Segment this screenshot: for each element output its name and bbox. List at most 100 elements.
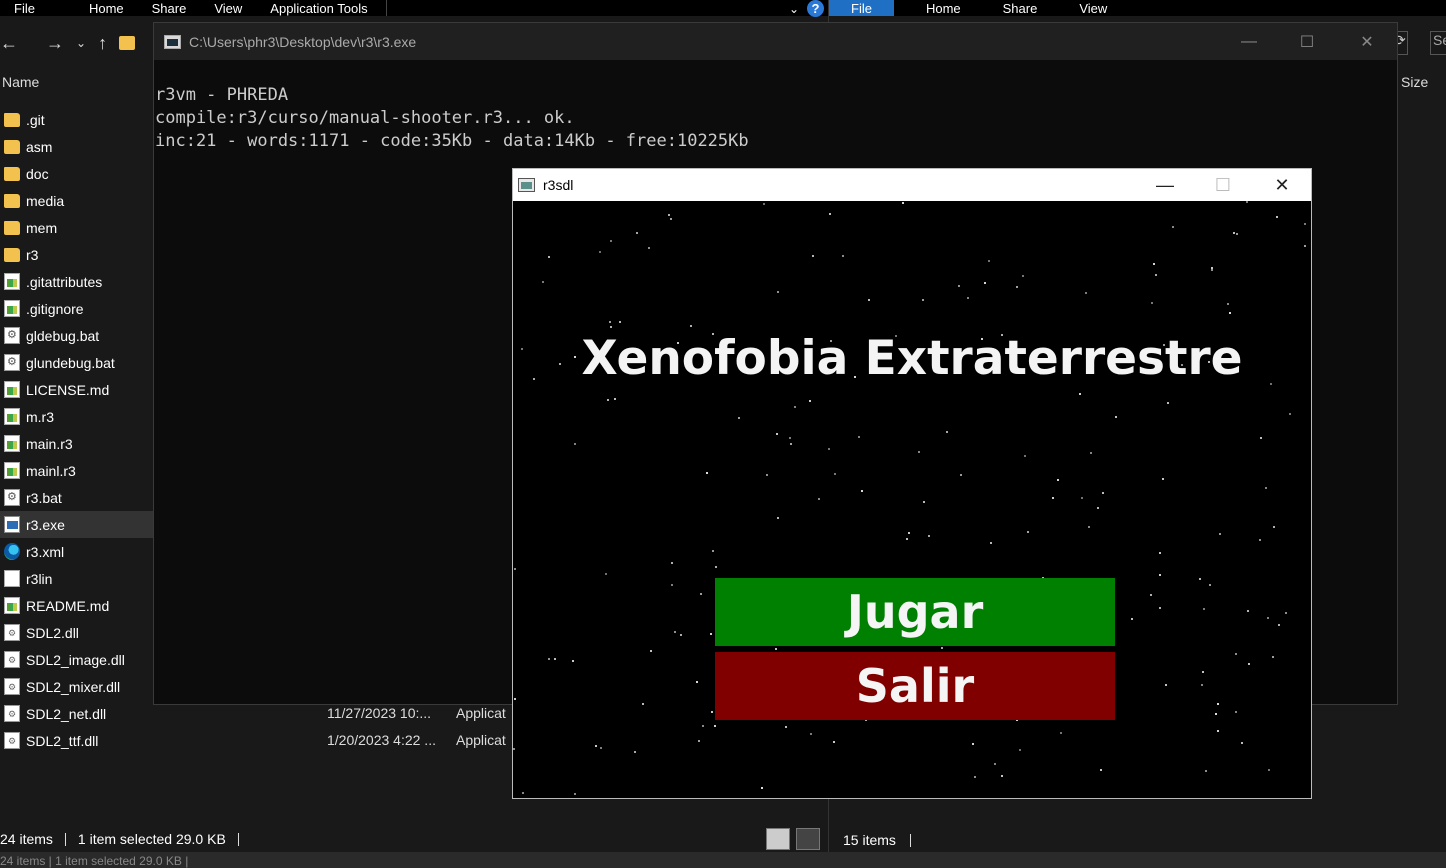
back-arrow-icon[interactable]: ← [0, 33, 18, 54]
file-row[interactable]: .git [0, 106, 153, 133]
star [700, 593, 702, 595]
file-row[interactable]: SDL2_ttf.dll [0, 727, 153, 754]
file-row[interactable]: glundebug.bat [0, 349, 153, 376]
star [674, 631, 676, 633]
file-row[interactable]: SDL2_image.dll [0, 646, 153, 673]
play-button[interactable]: Jugar [715, 578, 1115, 646]
background-window-strip: 24 items | 1 item selected 29.0 KB | [0, 852, 1446, 868]
column-header-size[interactable]: Size [1401, 74, 1428, 90]
star [610, 240, 612, 242]
star [984, 282, 986, 284]
folder-icon [4, 139, 20, 154]
file-row[interactable]: SDL2_mixer.dll [0, 673, 153, 700]
file-row[interactable]: m.r3 [0, 403, 153, 430]
file-row[interactable]: README.md [0, 592, 153, 619]
star [710, 633, 712, 635]
ribbon-tab-view[interactable]: View [1065, 1, 1121, 16]
star [1159, 552, 1161, 554]
status-divider [237, 832, 239, 846]
star [554, 658, 556, 660]
console-titlebar[interactable]: C:\Users\phr3\Desktop\dev\r3\r3.exe — ☐ … [154, 23, 1397, 60]
forward-arrow-icon[interactable]: → [46, 33, 64, 54]
ribbon-tab-application-tools[interactable]: Application Tools [256, 1, 381, 16]
folder-icon [4, 166, 20, 181]
game-canvas[interactable]: Xenofobia Extraterrestre Jugar Salir [513, 201, 1311, 798]
dll-file-icon [4, 651, 20, 668]
file-row[interactable]: mem [0, 214, 153, 241]
star [1304, 223, 1306, 225]
file-row[interactable]: main.r3 [0, 430, 153, 457]
star [1088, 526, 1090, 528]
star [738, 417, 740, 419]
star [1100, 769, 1102, 771]
star [600, 747, 602, 749]
star [690, 325, 692, 327]
star [1090, 452, 1092, 454]
file-name: r3.bat [26, 489, 62, 506]
star [671, 562, 673, 564]
game-titlebar[interactable]: r3sdl — ☐ ✕ [513, 169, 1311, 201]
star [680, 634, 682, 636]
file-row[interactable]: LICENSE.md [0, 376, 153, 403]
exit-button[interactable]: Salir [715, 652, 1115, 720]
star [711, 711, 713, 713]
file-row[interactable]: .gitattributes [0, 268, 153, 295]
star [698, 740, 700, 742]
close-icon[interactable]: ✕ [1338, 23, 1396, 60]
large-icons-view-icon[interactable] [796, 828, 820, 850]
ribbon-tab-home[interactable]: Home [912, 1, 975, 16]
file-row[interactable]: gldebug.bat [0, 322, 153, 349]
details-view-icon[interactable] [766, 828, 790, 850]
ribbon-tab-share[interactable]: Share [989, 1, 1052, 16]
detail-date-sdl2-ttf: 1/20/2023 4:22 ... [327, 732, 436, 748]
file-row[interactable]: asm [0, 133, 153, 160]
file-name: media [26, 192, 65, 209]
star [1227, 303, 1229, 305]
status-selection: 1 item selected 29.0 KB [77, 831, 226, 847]
ribbon-tab-view[interactable]: View [200, 1, 256, 16]
star [1057, 479, 1059, 481]
recent-locations-chevron-icon[interactable]: ⌄ [76, 36, 86, 50]
file-row[interactable]: r3.exe [0, 511, 153, 538]
star [777, 517, 779, 519]
close-icon[interactable]: ✕ [1253, 169, 1311, 201]
star [714, 725, 716, 727]
star [1102, 492, 1104, 494]
star [990, 542, 992, 544]
status-divider [64, 832, 66, 846]
file-row[interactable]: .gitignore [0, 295, 153, 322]
batch-file-icon [4, 327, 20, 344]
ribbon-tab-file[interactable]: File [829, 0, 894, 16]
star [908, 532, 910, 534]
star [1276, 216, 1278, 218]
file-name: mem [26, 219, 58, 236]
star [972, 743, 974, 745]
detail-date-sdl2-net: 11/27/2023 10:... [327, 705, 432, 721]
file-row[interactable]: r3.xml [0, 538, 153, 565]
file-row[interactable]: media [0, 187, 153, 214]
search-input[interactable]: Se [1430, 31, 1446, 55]
ribbon-tab-home[interactable]: Home [75, 1, 138, 16]
file-row[interactable]: mainl.r3 [0, 457, 153, 484]
star [790, 443, 792, 445]
star [928, 535, 930, 537]
file-row[interactable]: doc [0, 160, 153, 187]
explorer-ribbon-right: File Home Share View [829, 0, 1446, 16]
minimize-icon[interactable]: — [1136, 169, 1194, 201]
column-header-name[interactable]: Name [2, 74, 39, 90]
ribbon-tab-share[interactable]: Share [138, 1, 201, 16]
up-arrow-icon[interactable]: ↑ [98, 33, 107, 54]
star [974, 776, 976, 778]
star [1167, 402, 1169, 404]
file-row[interactable]: r3lin [0, 565, 153, 592]
help-icon[interactable]: ? [807, 0, 824, 17]
file-row[interactable]: SDL2_net.dll [0, 700, 153, 727]
file-row[interactable]: r3 [0, 241, 153, 268]
maximize-icon[interactable]: ☐ [1278, 23, 1336, 60]
minimize-icon[interactable]: — [1220, 23, 1278, 60]
file-row[interactable]: SDL2.dll [0, 619, 153, 646]
file-row[interactable]: r3.bat [0, 484, 153, 511]
ribbon-tab-file[interactable]: File [0, 1, 49, 16]
ghost-status-text: 24 items | 1 item selected 29.0 KB | [0, 854, 189, 868]
chevron-down-icon[interactable]: ⌄ [789, 2, 799, 16]
